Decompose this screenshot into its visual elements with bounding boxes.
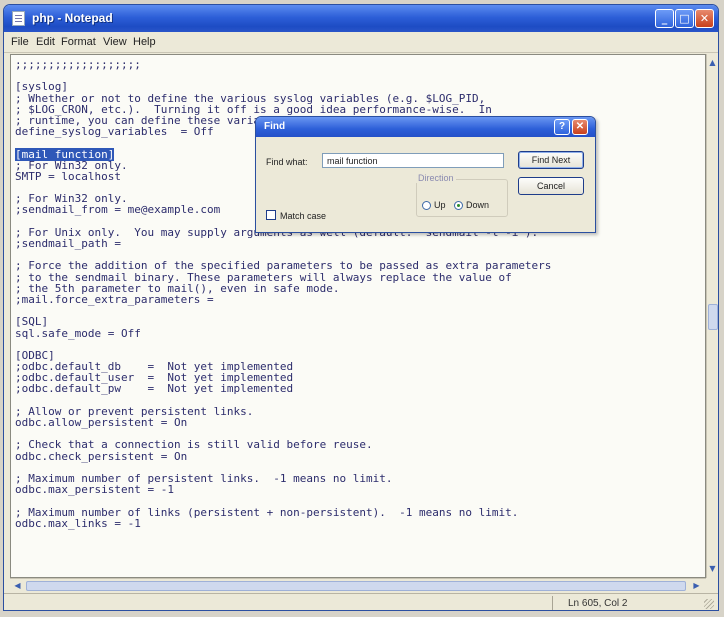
cursor-position: Ln 605, Col 2 [568,598,628,609]
scroll-right-icon[interactable]: ▶ [691,579,702,592]
find-dialog: Find ? ✕ Find what: Find Next Cancel Dir… [255,116,596,233]
vertical-scrollbar[interactable]: ▲ ▼ [706,54,718,578]
find-dialog-title: Find [264,121,286,132]
editor-line[interactable]: ; Check that a connection is still valid… [15,439,551,450]
menu-edit[interactable]: Edit [36,36,55,48]
close-icon: ✕ [699,12,710,25]
editor-line[interactable]: ; Force the addition of the specified pa… [15,260,551,271]
find-what-label: Find what: [266,157,308,167]
resize-grip-icon[interactable] [704,599,714,609]
minimize-icon: _ [661,12,668,25]
find-what-input[interactable] [322,153,504,168]
minimize-button[interactable]: _ [655,9,674,28]
direction-up-label: Up [434,200,446,210]
maximize-button[interactable]: □ [675,9,694,28]
horizontal-scroll-thumb[interactable] [26,581,686,591]
cancel-button[interactable]: Cancel [518,177,584,195]
editor-line[interactable]: ;mail.force_extra_parameters = [15,294,551,305]
direction-down-radio[interactable] [454,201,463,210]
match-case-checkbox[interactable] [266,210,276,220]
horizontal-scrollbar[interactable]: ◀ ▶ [10,578,706,593]
editor-line[interactable]: odbc.allow_persistent = On [15,417,551,428]
editor-line[interactable]: odbc.max_links = -1 [15,517,551,528]
editor-line[interactable] [15,70,551,81]
scroll-left-icon[interactable]: ◀ [12,579,23,592]
title-bar[interactable]: php - Notepad _ □ ✕ [4,5,718,32]
editor-line[interactable]: sql.safe_mode = Off [15,327,551,338]
help-button[interactable]: ? [554,119,570,135]
vertical-scroll-thumb[interactable] [708,304,718,330]
menu-view[interactable]: View [103,36,127,48]
editor-line[interactable] [15,339,551,350]
menu-file[interactable]: File [11,36,29,48]
editor-line[interactable]: [syslog] [15,81,551,92]
editor-line[interactable]: ;odbc.default_pw = Not yet implemented [15,383,551,394]
editor-line[interactable]: ;sendmail_path = [15,238,551,249]
close-button[interactable]: ✕ [695,9,714,28]
notepad-icon [12,11,25,26]
notepad-window: php - Notepad _ □ ✕ File Edit Format Vie… [3,4,719,611]
close-icon: ✕ [575,121,585,132]
window-title: php - Notepad [32,11,113,25]
status-bar: Ln 605, Col 2 [4,593,718,610]
match-case-label: Match case [280,211,327,221]
direction-up-radio[interactable] [422,201,431,210]
menu-bar: File Edit Format View Help [4,32,718,53]
find-dialog-title-bar[interactable]: Find ? ✕ [256,117,595,137]
editor-line[interactable] [15,305,551,316]
direction-down-label: Down [466,200,490,210]
direction-group [416,179,508,217]
direction-label: Direction [416,173,456,183]
editor-line[interactable]: odbc.max_persistent = -1 [15,484,551,495]
editor-line[interactable]: ; Maximum number of links (persistent + … [15,506,551,517]
menu-format[interactable]: Format [61,36,96,48]
editor-line[interactable] [15,495,551,506]
editor-line[interactable]: [SQL] [15,316,551,327]
status-divider [552,596,553,610]
find-close-button[interactable]: ✕ [572,119,588,135]
find-next-button[interactable]: Find Next [518,151,584,169]
editor-line[interactable]: odbc.check_persistent = On [15,450,551,461]
menu-help[interactable]: Help [133,36,156,48]
maximize-icon: □ [679,12,690,25]
scroll-up-icon[interactable]: ▲ [707,56,718,69]
editor-line[interactable]: ;;;;;;;;;;;;;;;;;;; [15,59,551,70]
help-icon: ? [558,121,566,132]
scroll-down-icon[interactable]: ▼ [707,562,718,575]
